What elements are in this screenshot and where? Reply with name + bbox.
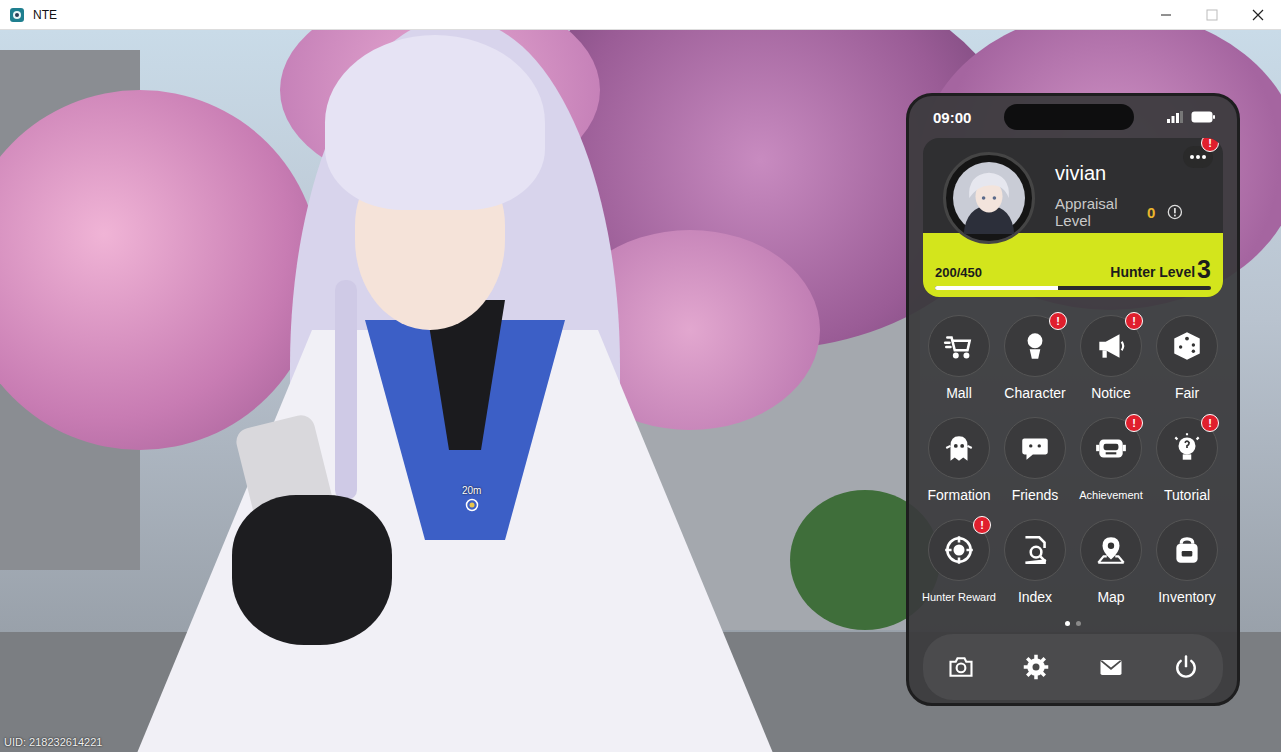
app-button[interactable]: ! Achievement [1075, 417, 1147, 505]
info-icon[interactable] [1167, 203, 1183, 221]
maximize-icon[interactable] [1189, 0, 1235, 30]
exp-bar-fill [935, 286, 1058, 290]
cart-icon [942, 329, 976, 363]
appraisal-label: Appraisal Level [1055, 195, 1145, 229]
app-grid: Mall! Character! Notice Fair Formation Friend… [923, 297, 1223, 607]
phone-menu: 09:00 vivian Appraisal Level0! 200/450 Hunte… [906, 93, 1240, 706]
app-label: Index [1018, 587, 1052, 607]
bulb-icon [1170, 431, 1204, 465]
megaphone-icon [1094, 329, 1128, 363]
target-icon [942, 533, 976, 567]
robot-icon [1094, 431, 1128, 465]
app-button[interactable]: Inventory [1151, 519, 1223, 607]
alert-badge: ! [1201, 414, 1219, 432]
game-window: NTE 20m UID: 218232614221 09:00 vivian Apprai… [0, 0, 1281, 752]
uid-label: UID: 218232614221 [4, 736, 102, 748]
alert-badge: ! [1049, 312, 1067, 330]
alert-badge: ! [1201, 138, 1219, 152]
chat-icon [1018, 431, 1052, 465]
settings-button[interactable] [1014, 645, 1058, 689]
signal-icon [1167, 111, 1183, 123]
app-label: Inventory [1158, 587, 1216, 607]
alert-badge: ! [1125, 312, 1143, 330]
player-name: vivian [1055, 162, 1183, 185]
waypoint-marker: 20m [462, 485, 481, 512]
app-label: Mall [946, 383, 972, 403]
app-logo-icon [9, 7, 25, 23]
phone-dock [923, 634, 1223, 700]
app-button[interactable]: ! Tutorial [1151, 417, 1223, 505]
character-glove [232, 495, 392, 645]
app-button[interactable]: Friends [999, 417, 1071, 505]
app-button[interactable]: ! Notice [1075, 315, 1147, 403]
mail-button[interactable] [1089, 645, 1133, 689]
hunter-level-band: 200/450 Hunter Level3 [923, 233, 1223, 297]
close-icon[interactable] [1235, 0, 1281, 30]
ghost-icon [942, 431, 976, 465]
power-button[interactable] [1164, 645, 1208, 689]
player-avatar[interactable] [943, 152, 1035, 244]
app-label: Achievement [1079, 485, 1143, 505]
waypoint-distance: 20m [462, 485, 481, 496]
window-title: NTE [33, 8, 57, 22]
phone-time: 09:00 [923, 109, 971, 126]
appraisal-level: Appraisal Level0 [1055, 195, 1183, 229]
search-icon [1018, 533, 1052, 567]
app-label: Map [1097, 587, 1124, 607]
camera-icon [947, 653, 975, 681]
app-label: Fair [1175, 383, 1199, 403]
game-scene: 20m UID: 218232614221 09:00 vivian Appraisal… [0, 30, 1281, 752]
phone-status-bar: 09:00 [923, 96, 1223, 138]
mail-icon [1097, 653, 1125, 681]
app-button[interactable]: Fair [1151, 315, 1223, 403]
dice-icon [1170, 329, 1204, 363]
app-label: Notice [1091, 383, 1131, 403]
battery-icon [1191, 111, 1215, 123]
page-dot[interactable] [1065, 621, 1070, 626]
app-label: Hunter Reward [922, 587, 996, 607]
exp-text: 200/450 [935, 265, 982, 282]
waypoint-icon [465, 498, 479, 512]
title-bar: NTE [0, 0, 1281, 30]
page-indicator [923, 607, 1223, 634]
app-button[interactable]: ! Hunter Reward [923, 519, 995, 607]
camera-button[interactable] [939, 645, 983, 689]
gear-icon [1022, 653, 1050, 681]
phone-notch [1004, 104, 1134, 130]
character-braid [335, 280, 357, 500]
page-dot[interactable] [1076, 621, 1081, 626]
hunter-level-label: Hunter Level [1110, 264, 1195, 282]
app-label: Formation [927, 485, 990, 505]
app-button[interactable]: Map [1075, 519, 1147, 607]
power-icon [1172, 653, 1200, 681]
app-button[interactable]: Index [999, 519, 1071, 607]
bag-icon [1170, 533, 1204, 567]
app-button[interactable]: ! Character [999, 315, 1071, 403]
app-label: Friends [1012, 485, 1059, 505]
alert-badge: ! [1125, 414, 1143, 432]
minimize-icon[interactable] [1143, 0, 1189, 30]
avatar-portrait-icon [953, 162, 1025, 234]
hunter-level-value: 3 [1197, 257, 1211, 282]
more-button[interactable]: ! [1183, 138, 1213, 233]
app-button[interactable]: Formation [923, 417, 995, 505]
character-fringe [325, 35, 545, 210]
app-button[interactable]: Mall [923, 315, 995, 403]
person-icon [1018, 329, 1052, 363]
appraisal-value: 0 [1147, 204, 1155, 221]
app-label: Tutorial [1164, 485, 1210, 505]
profile-card[interactable]: vivian Appraisal Level0! 200/450 Hunter Lev… [923, 138, 1223, 297]
app-label: Character [1004, 383, 1065, 403]
exp-bar [935, 286, 1211, 290]
pin-icon [1094, 533, 1128, 567]
alert-badge: ! [973, 516, 991, 534]
